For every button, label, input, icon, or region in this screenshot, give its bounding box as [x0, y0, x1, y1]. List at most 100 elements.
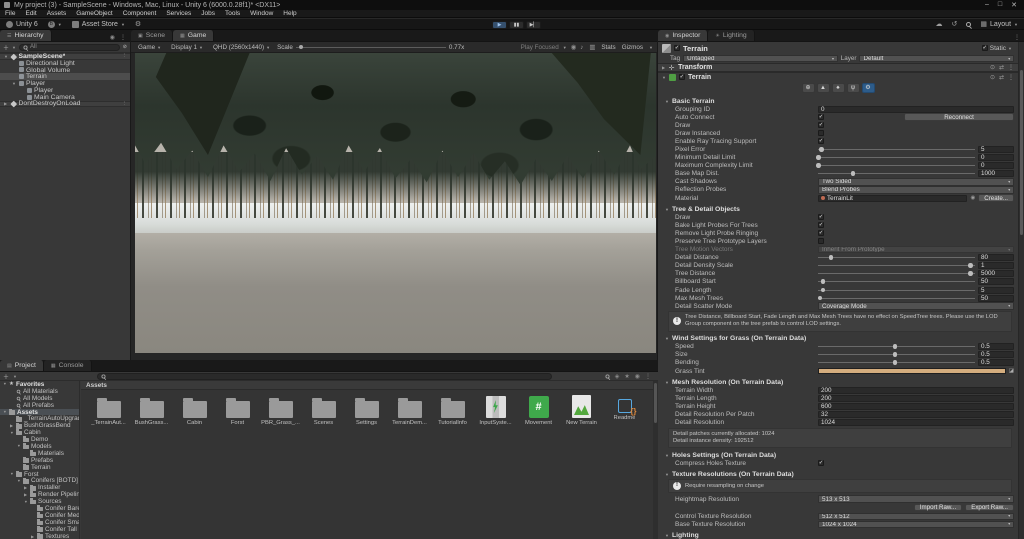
foldout-arrow-icon[interactable]: ▼ [665, 472, 669, 477]
checkbox-bake-light-probes-for-trees[interactable]: ✓ [818, 222, 824, 229]
slider-thumb[interactable] [820, 287, 826, 293]
slider-tree-distance[interactable] [818, 270, 975, 277]
tab-lighting[interactable]: ☀ Lighting [708, 30, 755, 41]
foldout-arrow-icon[interactable]: ▼ [3, 410, 7, 414]
step-button[interactable]: ▶▏ [526, 20, 541, 29]
checkbox-draw[interactable]: ✓ [818, 214, 824, 221]
project-tree-item-render-pipeline-su[interactable]: ▶Render Pipeline Su [0, 491, 79, 498]
asset-item-inputsyste[interactable]: InputSyste... [474, 394, 517, 426]
transform-component-header[interactable]: ▶ ✛ Transform ⊙ ⇄ ⋮ [658, 63, 1018, 72]
search-icon[interactable] [966, 21, 972, 27]
slider-thumb[interactable] [828, 255, 834, 260]
asset-item-cabin[interactable]: Cabin [173, 394, 216, 426]
static-checkbox[interactable]: ✓ [981, 45, 988, 51]
slider-thumb[interactable] [816, 163, 821, 168]
object-field-material[interactable]: TerrainLit [818, 194, 968, 202]
value-field-max-mesh-trees[interactable]: 50 [978, 294, 1014, 302]
checkbox-draw[interactable]: ✓ [818, 122, 824, 129]
active-checkbox[interactable]: ✓ [674, 45, 680, 51]
foldout-arrow-icon[interactable]: ▼ [17, 479, 21, 483]
foldout-arrow-icon[interactable]: ▼ [17, 444, 21, 448]
slider-billboard-start[interactable] [818, 278, 975, 285]
value-field-size[interactable]: 0.5 [978, 351, 1014, 359]
asset-item-movement[interactable]: # Movement [517, 394, 560, 426]
project-tree-item-conifer-medium[interactable]: Conifer Medium [0, 512, 79, 519]
scale-slider[interactable] [295, 44, 446, 49]
play-focused-dropdown[interactable]: Play Focused [521, 44, 559, 51]
value-field-detail-resolution-per-patch[interactable]: 32 [818, 410, 1014, 418]
foldout-arrow-icon[interactable]: ▶ [662, 65, 665, 70]
favorites-star-icon[interactable]: ★ [624, 373, 629, 380]
menu-item-file[interactable]: File [5, 10, 15, 17]
menu-item-services[interactable]: Services [166, 10, 191, 17]
foldout-arrow-icon[interactable]: ▼ [665, 336, 669, 341]
paint-trees-button[interactable]: ♠ [831, 82, 845, 93]
slider-speed[interactable] [818, 343, 975, 350]
slider-bending[interactable] [818, 359, 975, 366]
section-header-basic-terrain[interactable]: ▼ Basic Terrain [658, 97, 1018, 105]
foldout-arrow-icon[interactable]: ▼ [665, 453, 669, 458]
slider-detail-density-scale[interactable] [818, 262, 975, 269]
scrollbar-thumb[interactable] [1020, 70, 1023, 235]
asset-item-terraindem[interactable]: TerrainDem... [388, 394, 431, 426]
project-scrollbar[interactable] [653, 381, 658, 539]
color-field-grass-tint[interactable] [818, 368, 1006, 375]
filter-icon[interactable]: ⊘ [123, 44, 127, 50]
slider-minimum-detail-limit[interactable] [816, 154, 975, 161]
asset-item-readme[interactable]: {} Readme [603, 394, 646, 426]
close-button[interactable]: ✕ [1011, 1, 1017, 9]
presets-icon[interactable]: ⇄ [999, 74, 1004, 81]
minimize-button[interactable]: – [985, 1, 989, 9]
asset-item-pbr-grass[interactable]: PBR_Grass_... [259, 394, 302, 426]
hierarchy-item-player[interactable]: ▼ Player [0, 80, 130, 87]
assets-breadcrumb[interactable]: Assets [86, 382, 107, 389]
project-tree-item-textures[interactable]: ▶ Textures [0, 533, 79, 539]
project-tree-item-cabin[interactable]: ▼ Cabin [0, 429, 79, 436]
preferences-gear-button[interactable]: ⚙ [135, 20, 141, 28]
project-tree-item-favorites[interactable]: ▼ ★ Favorites [0, 381, 79, 388]
foldout-arrow-icon[interactable]: ▶ [24, 485, 28, 490]
project-tree-item-conifer-small[interactable]: Conifer Small [0, 519, 79, 526]
section-header-texture-resolutions-on-terrain-data[interactable]: ▼ Texture Resolutions (On Terrain Data) [658, 470, 1018, 478]
kebab-menu-icon[interactable]: ⋮ [1008, 64, 1014, 71]
checkbox-auto-connect[interactable]: ✓ [818, 114, 824, 121]
foldout-arrow-icon[interactable]: ▼ [10, 431, 14, 435]
asset-item-forst[interactable]: Forst [216, 394, 259, 426]
value-field-terrain-height[interactable]: 600 [818, 402, 1014, 410]
presets-icon[interactable]: ⇄ [999, 64, 1004, 71]
foldout-arrow-icon[interactable]: ▶ [24, 492, 28, 497]
kebab-menu-icon[interactable]: ⋮ [122, 53, 131, 59]
menu-item-jobs[interactable]: Jobs [201, 10, 215, 17]
project-tree-item-all-materials[interactable]: All Materials [0, 388, 79, 395]
search-by-label-icon[interactable]: ◈ [615, 373, 620, 380]
foldout-arrow-icon[interactable]: ▶ [10, 423, 14, 428]
asset-item-settings[interactable]: Settings [345, 394, 388, 426]
tab-hierarchy[interactable]: ☰ Hierarchy [0, 30, 52, 41]
export-raw-button[interactable]: Export Raw... [965, 503, 1014, 512]
scene-visibility-icon[interactable]: ◉ [110, 34, 115, 41]
import-raw-button[interactable]: Import Raw... [913, 503, 963, 512]
project-tree-item-all-models[interactable]: All Models [0, 395, 79, 402]
project-tree-item-materials[interactable]: Materials [0, 450, 79, 457]
foldout-arrow-icon[interactable]: ▼ [662, 75, 666, 80]
gizmos-dropdown[interactable]: Gizmos [622, 44, 643, 51]
section-header-wind-settings-for-grass-on-terrain-data[interactable]: ▼ Wind Settings for Grass (On Terrain Dat… [658, 335, 1018, 343]
value-field-terrain-width[interactable]: 200 [818, 386, 1014, 394]
menu-item-tools[interactable]: Tools [225, 10, 240, 17]
foldout-arrow-icon[interactable]: ▼ [665, 99, 669, 104]
slider-size[interactable] [818, 351, 975, 358]
more-options-icon[interactable]: ⋮ [120, 34, 126, 41]
checkbox-draw-instanced[interactable] [818, 130, 824, 137]
foldout-arrow-icon[interactable]: ▼ [3, 382, 7, 386]
asset-item-terrainaut[interactable]: _TerrainAut... [87, 394, 130, 426]
project-tree-item-conifer-tall[interactable]: Conifer Tall [0, 526, 79, 533]
value-field-grouping-id[interactable]: 0 [818, 105, 1014, 113]
value-field-fade-length[interactable]: 5 [978, 286, 1014, 294]
maximize-button[interactable]: □ [998, 1, 1002, 9]
tab-project[interactable]: ▤ Project [0, 360, 44, 371]
menu-item-window[interactable]: Window [250, 10, 273, 17]
foldout-arrow-icon[interactable]: ▶ [4, 101, 9, 106]
slider-thumb[interactable] [819, 147, 824, 152]
dropdown-heightmap-resolution[interactable]: 513 x 513 ▼ [818, 495, 1014, 503]
value-field-billboard-start[interactable]: 50 [978, 278, 1014, 286]
